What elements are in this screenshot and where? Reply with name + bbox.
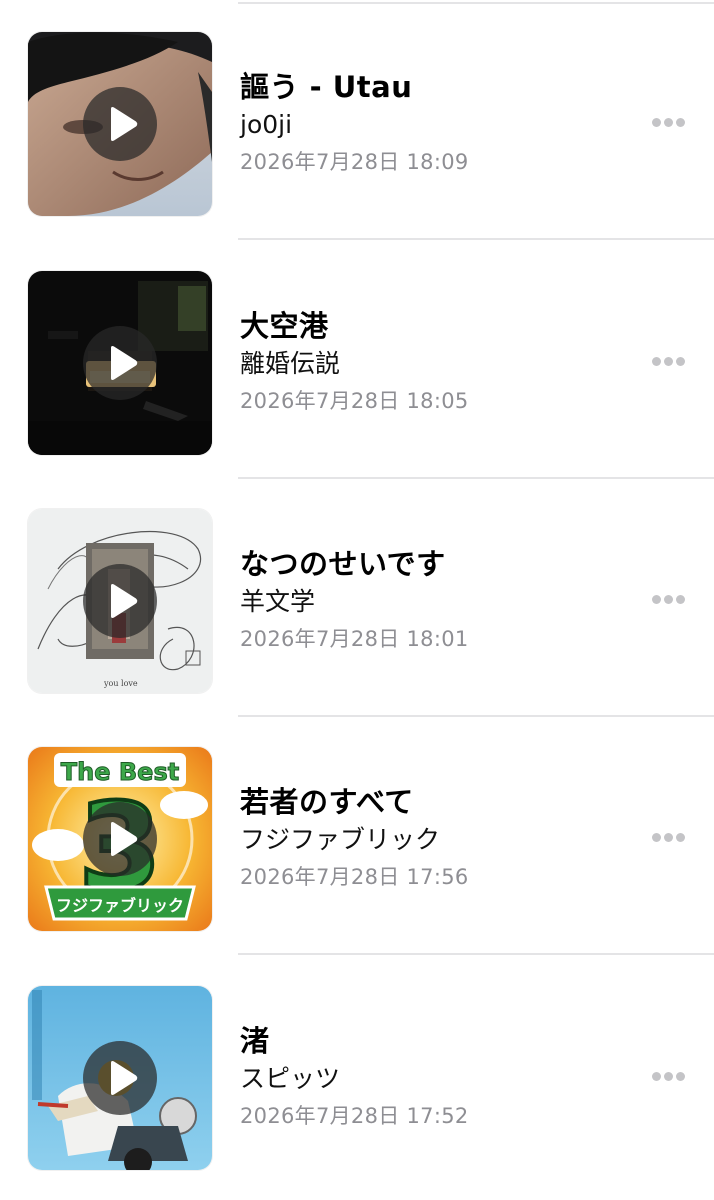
- play-button[interactable]: [83, 1041, 157, 1115]
- play-icon: [111, 584, 138, 618]
- more-options-button[interactable]: [648, 825, 688, 849]
- played-date: 2026年7月28日 18:09: [240, 150, 469, 174]
- play-icon: [111, 107, 138, 141]
- artwork-banner-bottom: フジファブリック: [56, 896, 184, 915]
- track-artist: 離婚伝説: [240, 349, 341, 378]
- play-button[interactable]: [83, 802, 157, 876]
- track-title: 謳う - Utau: [240, 70, 413, 104]
- album-artwork[interactable]: [28, 271, 212, 455]
- track-row[interactable]: 謳う - Utau jo0ji 2026年7月28日 18:09: [0, 2, 714, 240]
- track-title: なつのせいです: [240, 547, 446, 581]
- play-icon: [111, 822, 138, 856]
- track-row[interactable]: 大空港 離婚伝説 2026年7月28日 18:05: [0, 241, 714, 479]
- track-artist: 羊文学: [240, 587, 316, 616]
- track-title: 大空港: [240, 309, 329, 343]
- more-dot: [652, 595, 661, 604]
- more-dot: [652, 118, 661, 127]
- play-icon: [111, 1061, 138, 1095]
- more-dot: [664, 595, 673, 604]
- more-options-button[interactable]: [648, 587, 688, 611]
- more-dot: [652, 357, 661, 366]
- play-button[interactable]: [83, 564, 157, 638]
- more-dot: [664, 118, 673, 127]
- play-button[interactable]: [83, 87, 157, 161]
- played-date: 2026年7月28日 17:52: [240, 1104, 469, 1128]
- track-title: 渚: [240, 1024, 270, 1058]
- more-dot: [652, 1072, 661, 1081]
- more-dot: [664, 1072, 673, 1081]
- more-dot: [676, 595, 685, 604]
- more-options-button[interactable]: [648, 349, 688, 373]
- track-row[interactable]: 渚 スピッツ 2026年7月28日 17:52: [0, 956, 714, 1194]
- more-options-button[interactable]: [648, 110, 688, 134]
- album-artwork[interactable]: The Best 3 フジファブリック: [28, 747, 212, 931]
- more-dot: [664, 357, 673, 366]
- track-info: 若者のすべて フジファブリック 2026年7月28日 17:56: [240, 783, 630, 895]
- more-dot: [676, 1072, 685, 1081]
- row-divider: [238, 953, 714, 955]
- track-info: 謳う - Utau jo0ji 2026年7月28日 18:09: [240, 68, 630, 180]
- album-artwork[interactable]: [28, 986, 212, 1170]
- played-date: 2026年7月28日 17:56: [240, 865, 469, 889]
- album-artwork[interactable]: [28, 32, 212, 216]
- track-info: なつのせいです 羊文学 2026年7月28日 18:01: [240, 545, 630, 657]
- more-dot: [676, 357, 685, 366]
- track-artist: スピッツ: [240, 1064, 341, 1093]
- more-dot: [676, 833, 685, 842]
- track-artist: jo0ji: [240, 110, 293, 139]
- track-row[interactable]: The Best 3 フジファブリック 若者のすべて フジファブリック 2026…: [0, 717, 714, 955]
- more-dot: [652, 833, 661, 842]
- track-info: 渚 スピッツ 2026年7月28日 17:52: [240, 1022, 630, 1134]
- track-info: 大空港 離婚伝説 2026年7月28日 18:05: [240, 307, 630, 419]
- play-button[interactable]: [83, 326, 157, 400]
- track-row[interactable]: you love なつのせいです 羊文学 2026年7月28日 18:01: [0, 479, 714, 717]
- played-date: 2026年7月28日 18:05: [240, 389, 469, 413]
- more-dot: [676, 118, 685, 127]
- track-title: 若者のすべて: [240, 785, 414, 819]
- track-artist: フジファブリック: [240, 825, 441, 854]
- row-divider: [238, 238, 714, 240]
- more-options-button[interactable]: [648, 1064, 688, 1088]
- more-dot: [664, 833, 673, 842]
- played-date: 2026年7月28日 18:01: [240, 627, 469, 651]
- artwork-caption: you love: [104, 679, 138, 688]
- album-artwork[interactable]: you love: [28, 509, 212, 693]
- play-icon: [111, 346, 138, 380]
